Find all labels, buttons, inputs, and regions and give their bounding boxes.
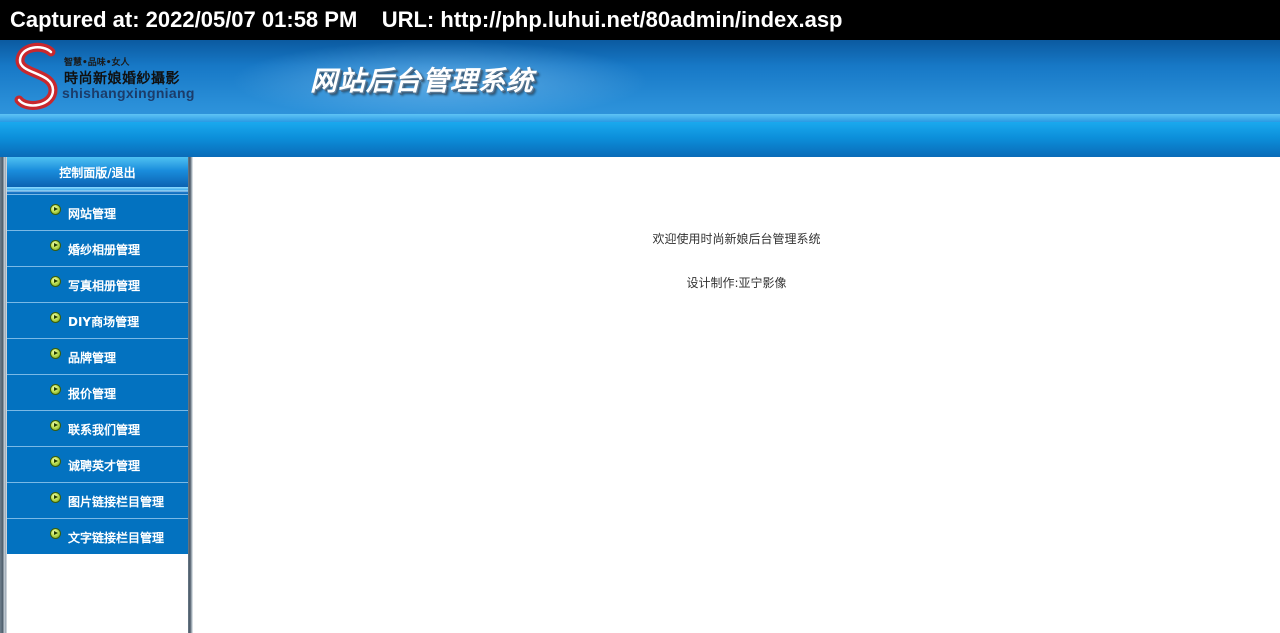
main-content: 欢迎使用时尚新娘后台管理系统 设计制作:亚宁影像 xyxy=(193,157,1280,633)
arrow-right-circle-icon xyxy=(50,348,61,359)
sidebar-item-label: 网站管理 xyxy=(68,207,117,221)
welcome-message: 欢迎使用时尚新娘后台管理系统 xyxy=(652,232,821,246)
sidebar-item-text-links[interactable]: 文字链接栏目管理 xyxy=(7,518,188,554)
site-header: 智慧•品味•女人 時尚新娘婚紗攝影 shishangxingniang 网站后台… xyxy=(0,40,1280,157)
sidebar-item-label: DIY商场管理 xyxy=(68,315,140,329)
arrow-right-circle-icon xyxy=(50,456,61,467)
sidebar-item-image-links[interactable]: 图片链接栏目管理 xyxy=(7,482,188,518)
sidebar-item-label: 联系我们管理 xyxy=(68,423,141,437)
logo-icon xyxy=(14,42,58,110)
header-band xyxy=(0,122,1280,157)
sidebar-item-wedding-album[interactable]: 婚纱相册管理 xyxy=(7,230,188,266)
sidebar-item-label: 图片链接栏目管理 xyxy=(68,495,165,509)
arrow-right-circle-icon xyxy=(50,312,61,323)
arrow-right-circle-icon xyxy=(50,240,61,251)
arrow-right-circle-icon xyxy=(50,492,61,503)
sidebar-item-contact[interactable]: 联系我们管理 xyxy=(7,410,188,446)
sidebar-item-label: 诚聘英才管理 xyxy=(68,459,141,473)
logo-tagline: 智慧•品味•女人 xyxy=(64,58,130,68)
header-stripe xyxy=(0,114,1280,122)
arrow-right-circle-icon xyxy=(50,276,61,287)
sidebar-item-website[interactable]: 网站管理 xyxy=(7,194,188,230)
sidebar: 控制面版/退出 网站管理 婚纱相册管理 写真相册管理 DIY商场管理 品牌管理 … xyxy=(7,157,188,633)
sidebar-item-label: 品牌管理 xyxy=(68,351,117,365)
sidebar-item-pricing[interactable]: 报价管理 xyxy=(7,374,188,410)
sidebar-item-label: 婚纱相册管理 xyxy=(68,243,141,257)
sidebar-item-label: 写真相册管理 xyxy=(68,279,141,293)
sidebar-item-portrait-album[interactable]: 写真相册管理 xyxy=(7,266,188,302)
control-panel-logout-link[interactable]: 控制面版/退出 xyxy=(7,157,188,187)
sidebar-menu: 网站管理 婚纱相册管理 写真相册管理 DIY商场管理 品牌管理 报价管理 联系我… xyxy=(7,194,188,554)
capture-info-bar: Captured at: 2022/05/07 01:58 PM URL: ht… xyxy=(0,0,1280,40)
sidebar-item-label: 报价管理 xyxy=(68,387,117,401)
sidebar-item-brand[interactable]: 品牌管理 xyxy=(7,338,188,374)
arrow-right-circle-icon xyxy=(50,204,61,215)
sidebar-item-label: 文字链接栏目管理 xyxy=(68,531,165,545)
design-credit: 设计制作:亚宁影像 xyxy=(686,276,787,290)
arrow-right-circle-icon xyxy=(50,528,61,539)
system-title: 网站后台管理系统 xyxy=(310,66,534,97)
logo-pinyin: shishangxingniang xyxy=(62,85,195,101)
sidebar-item-diy-mall[interactable]: DIY商场管理 xyxy=(7,302,188,338)
sidebar-item-recruitment[interactable]: 诚聘英才管理 xyxy=(7,446,188,482)
arrow-right-circle-icon xyxy=(50,384,61,395)
arrow-right-circle-icon xyxy=(50,420,61,431)
